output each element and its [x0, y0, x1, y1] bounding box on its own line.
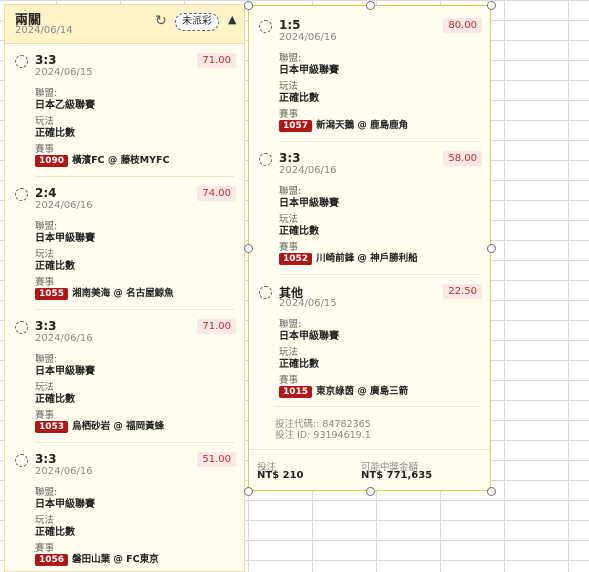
match-teams: 東京綠茵 @ 廣島三箭 [316, 386, 409, 397]
divider [35, 442, 234, 443]
odds-badge: 71.00 [197, 319, 236, 334]
bet-leg: 3:3 2024/06/15 71.00 聯盟: 日本乙級聯賽 玩法 正確比數 賽事 1090 橫… [5, 51, 244, 184]
bet-leg: 2:4 2024/06/16 74.00 聯盟: 日本甲級聯賽 玩法 正確比數 賽事 1055 湘… [5, 184, 244, 317]
bet-score: 3:3 [35, 53, 57, 67]
match-teams: 川崎前鋒 @ 神戶勝利船 [316, 253, 418, 264]
payout-value: NT$ 771,635 [361, 470, 433, 481]
play-value: 正確比數 [35, 128, 75, 139]
bet-score: 3:3 [35, 319, 57, 333]
bet-date: 2024/06/16 [279, 32, 337, 43]
match-code: 1055 [35, 288, 69, 300]
status-badge: 未派彩 [175, 13, 219, 31]
play-value: 正確比數 [35, 261, 75, 272]
odds-badge: 74.00 [197, 186, 236, 201]
match-teams: 磐田山葉 @ FC東京 [72, 554, 159, 565]
resize-handle[interactable] [487, 244, 496, 253]
slip-date: 2024/06/14 [15, 25, 73, 36]
divider [249, 449, 490, 450]
bet-date: 2024/06/16 [35, 466, 93, 477]
bet-date: 2024/06/16 [35, 200, 93, 211]
play-value: 正確比數 [279, 226, 319, 237]
match-teams: 湘南美海 @ 名古屋鯨魚 [72, 288, 174, 299]
play-value: 正確比數 [35, 527, 75, 538]
match-code: 1015 [279, 386, 313, 398]
resize-handle[interactable] [366, 1, 375, 10]
league-value: 日本甲級聯賽 [279, 331, 339, 342]
bet-slip-right-panel: 1:5 2024/06/16 80.00 聯盟: 日本甲級聯賽 玩法 正確比數 賽事 1057 新… [248, 5, 491, 491]
bet-date: 2024/06/16 [279, 165, 337, 176]
bet-leg: 其他 2024/06/15 22.50 聯盟: 日本甲級聯賽 玩法 正確比數 賽事 1015 東京… [249, 282, 490, 415]
match-info: 1056 磐田山葉 @ FC東京 [35, 551, 159, 566]
match-teams: 新潟天鵝 @ 鹿島鹿角 [316, 120, 409, 131]
select-circle-icon[interactable] [15, 454, 28, 467]
bet-leg: 3:3 2024/06/16 58.00 聯盟: 日本甲級聯賽 玩法 正確比數 賽事 1052 川… [249, 149, 490, 282]
league-value: 日本甲級聯賽 [35, 499, 95, 510]
match-info: 1057 新潟天鵝 @ 鹿島鹿角 [279, 117, 408, 132]
odds-badge: 58.00 [443, 151, 482, 166]
resize-handle[interactable] [487, 487, 496, 496]
bet-leg: 1:5 2024/06/16 80.00 聯盟: 日本甲級聯賽 玩法 正確比數 賽事 1057 新… [249, 16, 490, 149]
match-teams: 烏栖砂岩 @ 福岡黃蜂 [72, 421, 165, 432]
resize-handle[interactable] [244, 1, 253, 10]
resize-handle[interactable] [244, 244, 253, 253]
bet-score: 2:4 [35, 186, 57, 200]
match-info: 1055 湘南美海 @ 名古屋鯨魚 [35, 285, 174, 300]
league-value: 日本甲級聯賽 [279, 65, 339, 76]
league-value: 日本甲級聯賽 [35, 233, 95, 244]
select-circle-icon[interactable] [15, 321, 28, 334]
league-value: 日本乙級聯賽 [35, 100, 95, 111]
bet-id: 投注 ID: 93194619.1 [275, 430, 371, 441]
divider [35, 176, 234, 177]
select-circle-icon[interactable] [259, 20, 272, 33]
odds-badge: 22.50 [443, 284, 482, 299]
bet-slip-left-panel: 兩關 2024/06/14 ↻ 未派彩 ▲ 3:3 2024/06/15 71.00… [4, 4, 245, 572]
bet-leg: 3:3 2024/06/16 51.00 聯盟: 日本甲級聯賽 玩法 正確比數 賽事 1056 磐… [5, 450, 244, 571]
bet-score: 1:5 [279, 18, 301, 32]
bet-score: 3:3 [35, 452, 57, 466]
resize-handle[interactable] [244, 487, 253, 496]
slip-header: 兩關 2024/06/14 ↻ 未派彩 ▲ [5, 5, 244, 44]
select-circle-icon[interactable] [259, 153, 272, 166]
bet-date: 2024/06/16 [35, 333, 93, 344]
divider [275, 406, 480, 407]
bet-score: 3:3 [279, 151, 301, 165]
match-code: 1053 [35, 421, 69, 433]
resize-handle[interactable] [366, 487, 375, 496]
match-code: 1090 [35, 155, 69, 167]
play-value: 正確比數 [279, 93, 319, 104]
match-code: 1052 [279, 253, 313, 265]
match-info: 1090 橫濱FC @ 藤枝MYFC [35, 152, 169, 167]
odds-badge: 71.00 [197, 53, 236, 68]
odds-badge: 51.00 [197, 452, 236, 467]
match-code: 1056 [35, 554, 69, 566]
resize-handle[interactable] [487, 1, 496, 10]
select-circle-icon[interactable] [15, 188, 28, 201]
league-value: 日本甲級聯賽 [279, 198, 339, 209]
play-value: 正確比數 [35, 394, 75, 405]
match-info: 1015 東京綠茵 @ 廣島三箭 [279, 383, 408, 398]
divider [35, 309, 234, 310]
refresh-icon[interactable]: ↻ [155, 13, 167, 29]
stake-value: NT$ 210 [257, 470, 304, 481]
collapse-caret-icon[interactable]: ▲ [228, 13, 236, 26]
bet-date: 2024/06/15 [279, 298, 337, 309]
league-value: 日本甲級聯賽 [35, 366, 95, 377]
divider [279, 274, 480, 275]
match-teams: 橫濱FC @ 藤枝MYFC [72, 155, 170, 166]
bet-date: 2024/06/15 [35, 67, 93, 78]
match-info: 1053 烏栖砂岩 @ 福岡黃蜂 [35, 418, 164, 433]
select-circle-icon[interactable] [259, 286, 272, 299]
odds-badge: 80.00 [443, 18, 482, 33]
match-code: 1057 [279, 120, 313, 132]
match-info: 1052 川崎前鋒 @ 神戶勝利船 [279, 250, 418, 265]
select-circle-icon[interactable] [15, 55, 28, 68]
divider [279, 141, 480, 142]
bet-leg: 3:3 2024/06/16 71.00 聯盟: 日本甲級聯賽 玩法 正確比數 賽事 1053 烏… [5, 317, 244, 450]
play-value: 正確比數 [279, 359, 319, 370]
